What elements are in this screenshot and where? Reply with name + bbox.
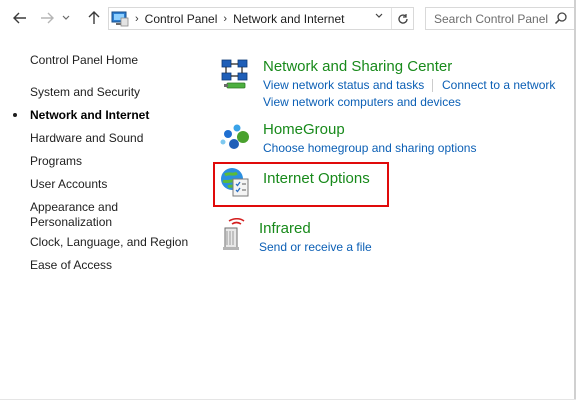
search-icon[interactable] [554,11,568,28]
up-button[interactable] [84,8,104,28]
sidebar-item-system-and-security[interactable]: System and Security [30,85,140,99]
chevron-down-icon [62,15,70,20]
sidebar-item-hardware-and-sound[interactable]: Hardware and Sound [30,131,143,145]
refresh-icon [397,13,408,24]
view-network-computers-link[interactable]: View network computers and devices [263,95,461,109]
sidebar-item-network-and-internet[interactable]: Network and Internet [30,108,149,122]
search-box[interactable] [425,7,575,30]
search-input[interactable] [434,11,554,26]
network-and-sharing-center-title[interactable]: Network and Sharing Center [263,58,452,75]
highlight-box [213,162,389,207]
breadcrumb-separator: › [223,12,228,25]
arrow-left-icon [13,12,26,24]
infrared-icon [219,217,251,255]
link-divider [432,79,433,92]
sidebar-item-label: Appearance and [30,200,119,214]
back-button[interactable] [10,8,30,28]
forward-button[interactable] [37,8,57,28]
homegroup-icon [219,120,251,155]
chevron-down-icon[interactable] [375,11,383,21]
sidebar-item-ease-of-access[interactable]: Ease of Access [30,258,112,272]
connect-to-network-link[interactable]: Connect to a network [442,78,555,92]
arrow-up-icon [88,11,100,24]
sidebar-item-appearance-and-personalization[interactable]: Appearance and Personalization [30,200,118,230]
navigation-bar: › Control Panel › Network and Internet [0,0,576,38]
network-sharing-icon [219,58,251,93]
address-bar[interactable]: › Control Panel › Network and Internet [108,7,414,30]
choose-homegroup-link[interactable]: Choose homegroup and sharing options [263,141,476,155]
sidebar-item-programs[interactable]: Programs [30,154,82,168]
control-panel-icon [111,11,129,27]
homegroup-title[interactable]: HomeGroup [263,121,345,138]
current-page-bullet [13,113,17,117]
breadcrumb-control-panel[interactable]: Control Panel [145,12,218,26]
control-panel-home-link[interactable]: Control Panel Home [30,53,138,67]
send-or-receive-file-link[interactable]: Send or receive a file [259,240,372,254]
sidebar-item-user-accounts[interactable]: User Accounts [30,177,107,191]
breadcrumb-network-and-internet[interactable]: Network and Internet [233,12,344,26]
breadcrumb-separator: › [135,12,139,25]
view-network-status-link[interactable]: View network status and tasks [263,78,424,92]
refresh-button[interactable] [391,8,413,29]
sidebar-item-label: Personalization [30,215,113,229]
infrared-title[interactable]: Infrared [259,220,311,237]
recent-locations-button[interactable] [60,8,72,28]
arrow-right-icon [41,12,54,24]
sidebar-item-clock-language-region[interactable]: Clock, Language, and Region [30,235,188,249]
